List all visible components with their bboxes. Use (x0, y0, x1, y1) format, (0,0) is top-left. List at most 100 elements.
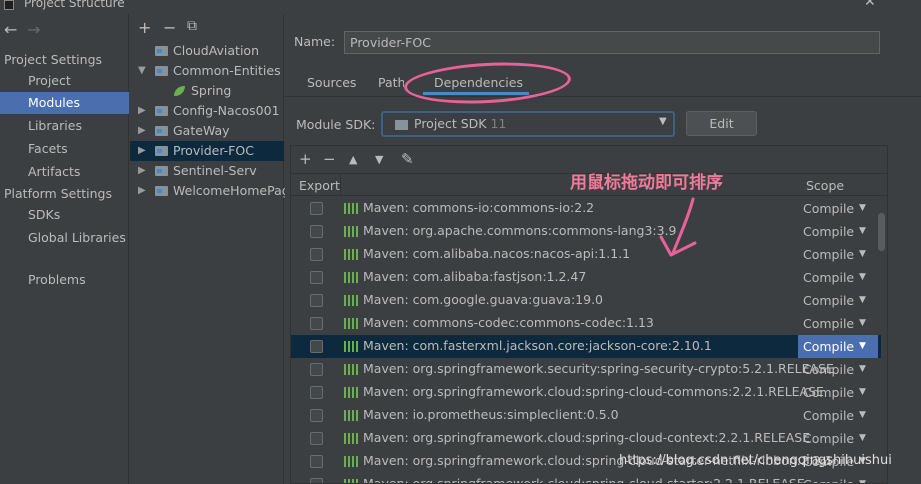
scope-dropdown[interactable]: Compile ▼ (798, 381, 878, 404)
scope-dropdown[interactable]: Compile ▼ (798, 197, 878, 220)
edit-dependency-icon[interactable]: ✎ (401, 150, 414, 168)
chevron-right-icon[interactable]: ▶ (138, 181, 146, 201)
sidebar-item-sdks[interactable]: SDKs (0, 204, 129, 226)
add-dependency-icon[interactable]: + (299, 150, 312, 168)
export-checkbox[interactable] (310, 363, 323, 376)
chevron-down-icon[interactable]: ▼ (859, 427, 866, 450)
table-row[interactable]: Maven: io.prometheus:simpleclient:0.5.0 C… (291, 404, 881, 427)
scope-dropdown[interactable]: Compile ▼ (798, 473, 878, 483)
chevron-down-icon[interactable]: ▼ (859, 289, 866, 312)
scope-dropdown[interactable]: Compile ▼ (798, 427, 878, 450)
table-row[interactable]: Maven: commons-codec:commons-codec:1.13 C… (291, 312, 881, 335)
table-row[interactable]: Maven: commons-io:commons-io:2.2 Compile ▼ (291, 197, 881, 220)
chevron-right-icon[interactable]: ▶ (138, 141, 146, 161)
scope-dropdown[interactable]: Compile ▼ (798, 358, 878, 381)
table-row[interactable]: Maven: com.alibaba.nacos:nacos-api:1.1.1… (291, 243, 881, 266)
export-checkbox[interactable] (310, 271, 323, 284)
tree-item-spring[interactable]: Spring (130, 81, 284, 101)
folder-icon (155, 146, 168, 156)
scope-dropdown[interactable]: Compile ▼ (798, 289, 878, 312)
export-checkbox[interactable] (310, 409, 323, 422)
scope-dropdown[interactable]: Compile ▼ (798, 335, 878, 358)
chevron-down-icon[interactable]: ▼ (859, 473, 866, 483)
sidebar-item-facets[interactable]: Facets (0, 138, 129, 160)
chevron-right-icon[interactable]: ▶ (138, 121, 146, 141)
tree-item-gateway[interactable]: ▶ GateWay (130, 121, 284, 141)
chevron-down-icon[interactable]: ▼ (859, 312, 866, 335)
export-checkbox[interactable] (310, 248, 323, 261)
export-checkbox[interactable] (310, 478, 323, 483)
spring-leaf-icon (174, 86, 185, 96)
table-row[interactable]: Maven: org.springframework.security:spri… (291, 358, 881, 381)
table-row[interactable]: Maven: com.google.guava:guava:19.0 Compil… (291, 289, 881, 312)
table-row[interactable]: Maven: org.springframework.cloud:spring-… (291, 427, 881, 450)
tree-item-sentinel-serv[interactable]: ▶ Sentinel-Serv (130, 161, 284, 181)
scope-dropdown[interactable]: Compile ▼ (798, 243, 878, 266)
column-divider (340, 174, 341, 196)
export-checkbox[interactable] (310, 294, 323, 307)
module-sdk-dropdown[interactable]: Project SDK 11 ▼ (381, 111, 675, 137)
folder-icon (155, 66, 168, 76)
sidebar-item-problems[interactable]: Problems (0, 269, 129, 291)
scope-dropdown[interactable]: Compile ▼ (798, 220, 878, 243)
module-name-field[interactable]: Provider-FOC (344, 31, 880, 54)
table-row[interactable]: Maven: org.springframework.cloud:spring-… (291, 381, 881, 404)
export-checkbox[interactable] (310, 432, 323, 445)
move-up-icon[interactable]: ▲ (349, 153, 357, 166)
remove-dependency-icon[interactable]: − (323, 150, 336, 168)
column-export[interactable]: Export (299, 178, 340, 193)
chevron-right-icon[interactable]: ▶ (138, 161, 146, 181)
move-down-icon[interactable]: ▼ (375, 153, 383, 166)
sidebar-item-project[interactable]: Project (0, 70, 129, 92)
chevron-down-icon[interactable]: ▼ (859, 381, 866, 404)
edit-sdk-button[interactable]: Edit (686, 111, 757, 136)
scope-value: Compile (803, 293, 855, 308)
tab-paths[interactable]: Paths (378, 75, 404, 90)
column-scope[interactable]: Scope (806, 178, 844, 193)
dependency-name: Maven: org.springframework.cloud:spring-… (363, 384, 824, 399)
tab-sources[interactable]: Sources (307, 75, 356, 90)
sidebar-item-artifacts[interactable]: Artifacts (0, 161, 129, 183)
chevron-down-icon[interactable]: ▼ (859, 243, 866, 266)
export-checkbox[interactable] (310, 202, 323, 215)
library-icon (344, 479, 358, 483)
chevron-down-icon[interactable]: ▼ (859, 358, 866, 381)
annotation-arrow-icon (659, 197, 697, 257)
arrow-left-icon[interactable]: ← (4, 20, 17, 39)
table-row[interactable]: Maven: com.fasterxml.jackson.core:jackso… (291, 335, 881, 358)
export-checkbox[interactable] (310, 386, 323, 399)
tree-item-config-nacos001[interactable]: ▶ Config-Nacos001 (130, 101, 284, 121)
chevron-down-icon[interactable]: ▼ (859, 404, 866, 427)
chevron-down-icon[interactable]: ▼ (859, 266, 866, 289)
add-icon[interactable]: + (138, 18, 151, 37)
tree-item-cloudaviation[interactable]: CloudAviation (130, 41, 284, 61)
chevron-down-icon[interactable]: ▼ (859, 197, 866, 220)
table-row[interactable]: Maven: com.alibaba:fastjson:1.2.47 Compil… (291, 266, 881, 289)
export-checkbox[interactable] (310, 455, 323, 468)
dependency-name: Maven: com.google.guava:guava:19.0 (363, 292, 604, 307)
arrow-right-icon[interactable]: → (27, 20, 40, 39)
scope-dropdown[interactable]: Compile ▼ (798, 312, 878, 335)
scope-dropdown[interactable]: Compile ▼ (798, 266, 878, 289)
table-row[interactable]: Maven: org.springframework.cloud:spring-… (291, 473, 881, 483)
chevron-right-icon[interactable]: ▶ (138, 101, 146, 121)
sidebar-item-libraries[interactable]: Libraries (0, 115, 129, 137)
tree-item-provider-foc[interactable]: ▶ Provider-FOC (130, 141, 284, 161)
close-icon[interactable]: ✕ (864, 0, 876, 10)
remove-icon[interactable]: − (163, 18, 176, 37)
scope-dropdown[interactable]: Compile ▼ (798, 404, 878, 427)
tree-item-welcomehomepag[interactable]: ▶ WelcomeHomePag (130, 181, 290, 201)
chevron-down-icon[interactable]: ▼ (859, 220, 866, 243)
export-checkbox[interactable] (310, 317, 323, 330)
sidebar-item-modules[interactable]: Modules (0, 92, 129, 114)
copy-icon[interactable]: ⧉ (187, 18, 197, 34)
export-checkbox[interactable] (310, 340, 323, 353)
export-checkbox[interactable] (310, 225, 323, 238)
tree-item-common-entities[interactable]: ▼ Common-Entities (130, 61, 284, 81)
library-icon (344, 387, 358, 398)
chevron-down-icon[interactable]: ▼ (659, 116, 667, 127)
chevron-down-icon[interactable]: ▼ (138, 61, 146, 81)
table-row[interactable]: Maven: org.apache.commons:commons-lang3:… (291, 220, 881, 243)
chevron-down-icon[interactable]: ▼ (859, 335, 866, 358)
sidebar-item-global-libraries[interactable]: Global Libraries (0, 227, 129, 249)
